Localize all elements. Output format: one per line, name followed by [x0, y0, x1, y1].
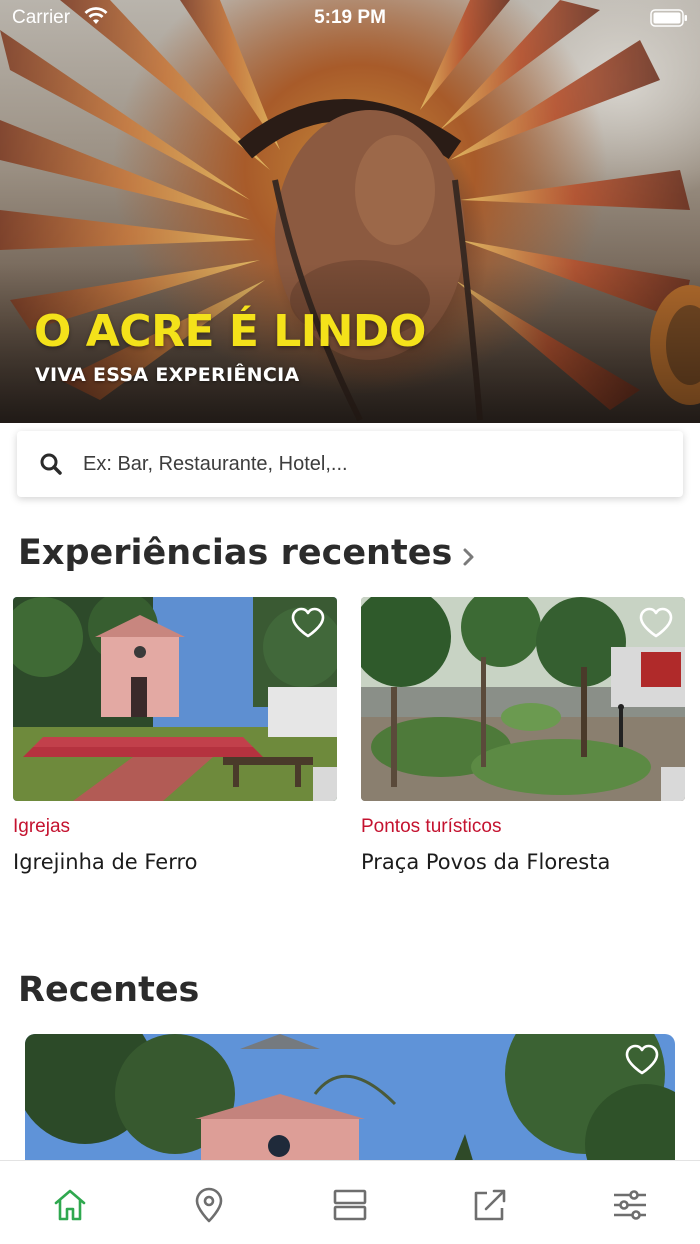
- experience-card[interactable]: Pontos turísticos Praça Povos da Florest…: [361, 597, 685, 874]
- hero-title: O ACRE É LINDO: [34, 306, 426, 357]
- status-bar: Carrier 5:19 PM: [0, 0, 700, 38]
- battery-icon: [650, 8, 688, 34]
- tab-home[interactable]: [50, 1185, 90, 1225]
- list-icon: [333, 1189, 367, 1221]
- search-input[interactable]: [83, 445, 663, 483]
- share-icon: [474, 1189, 506, 1221]
- tab-settings[interactable]: [610, 1185, 650, 1225]
- tab-share[interactable]: [470, 1185, 510, 1225]
- card-image[interactable]: [361, 597, 685, 801]
- map-pin-icon: [195, 1187, 223, 1223]
- clock: 5:19 PM: [314, 7, 386, 28]
- sliders-icon: [614, 1190, 646, 1220]
- heart-icon[interactable]: [639, 607, 673, 644]
- search-icon: [39, 452, 63, 481]
- card-image[interactable]: [13, 597, 337, 801]
- tab-list[interactable]: [330, 1185, 370, 1225]
- tab-bar: [0, 1160, 700, 1244]
- card-name[interactable]: Praça Povos da Floresta: [361, 850, 685, 874]
- heart-icon[interactable]: [625, 1044, 659, 1081]
- card-corner: [313, 767, 337, 801]
- recent-title: Recentes: [18, 970, 200, 1010]
- heart-icon[interactable]: [291, 607, 325, 644]
- tab-map[interactable]: [189, 1185, 229, 1225]
- hero-subtitle: VIVA ESSA EXPERIÊNCIA: [35, 364, 300, 386]
- card-name[interactable]: Igrejinha de Ferro: [13, 850, 337, 874]
- experiences-title[interactable]: Experiências recentes: [18, 533, 452, 573]
- card-category: Pontos turísticos: [361, 816, 502, 837]
- card-category: Igrejas: [13, 816, 71, 837]
- home-icon: [54, 1189, 86, 1221]
- experience-card[interactable]: Igrejas Igrejinha de Ferro: [13, 597, 337, 874]
- chevron-right-icon[interactable]: [460, 545, 476, 574]
- search-bar[interactable]: [17, 431, 683, 497]
- hero-banner: O ACRE É LINDO VIVA ESSA EXPERIÊNCIA: [0, 0, 700, 423]
- card-corner: [661, 767, 685, 801]
